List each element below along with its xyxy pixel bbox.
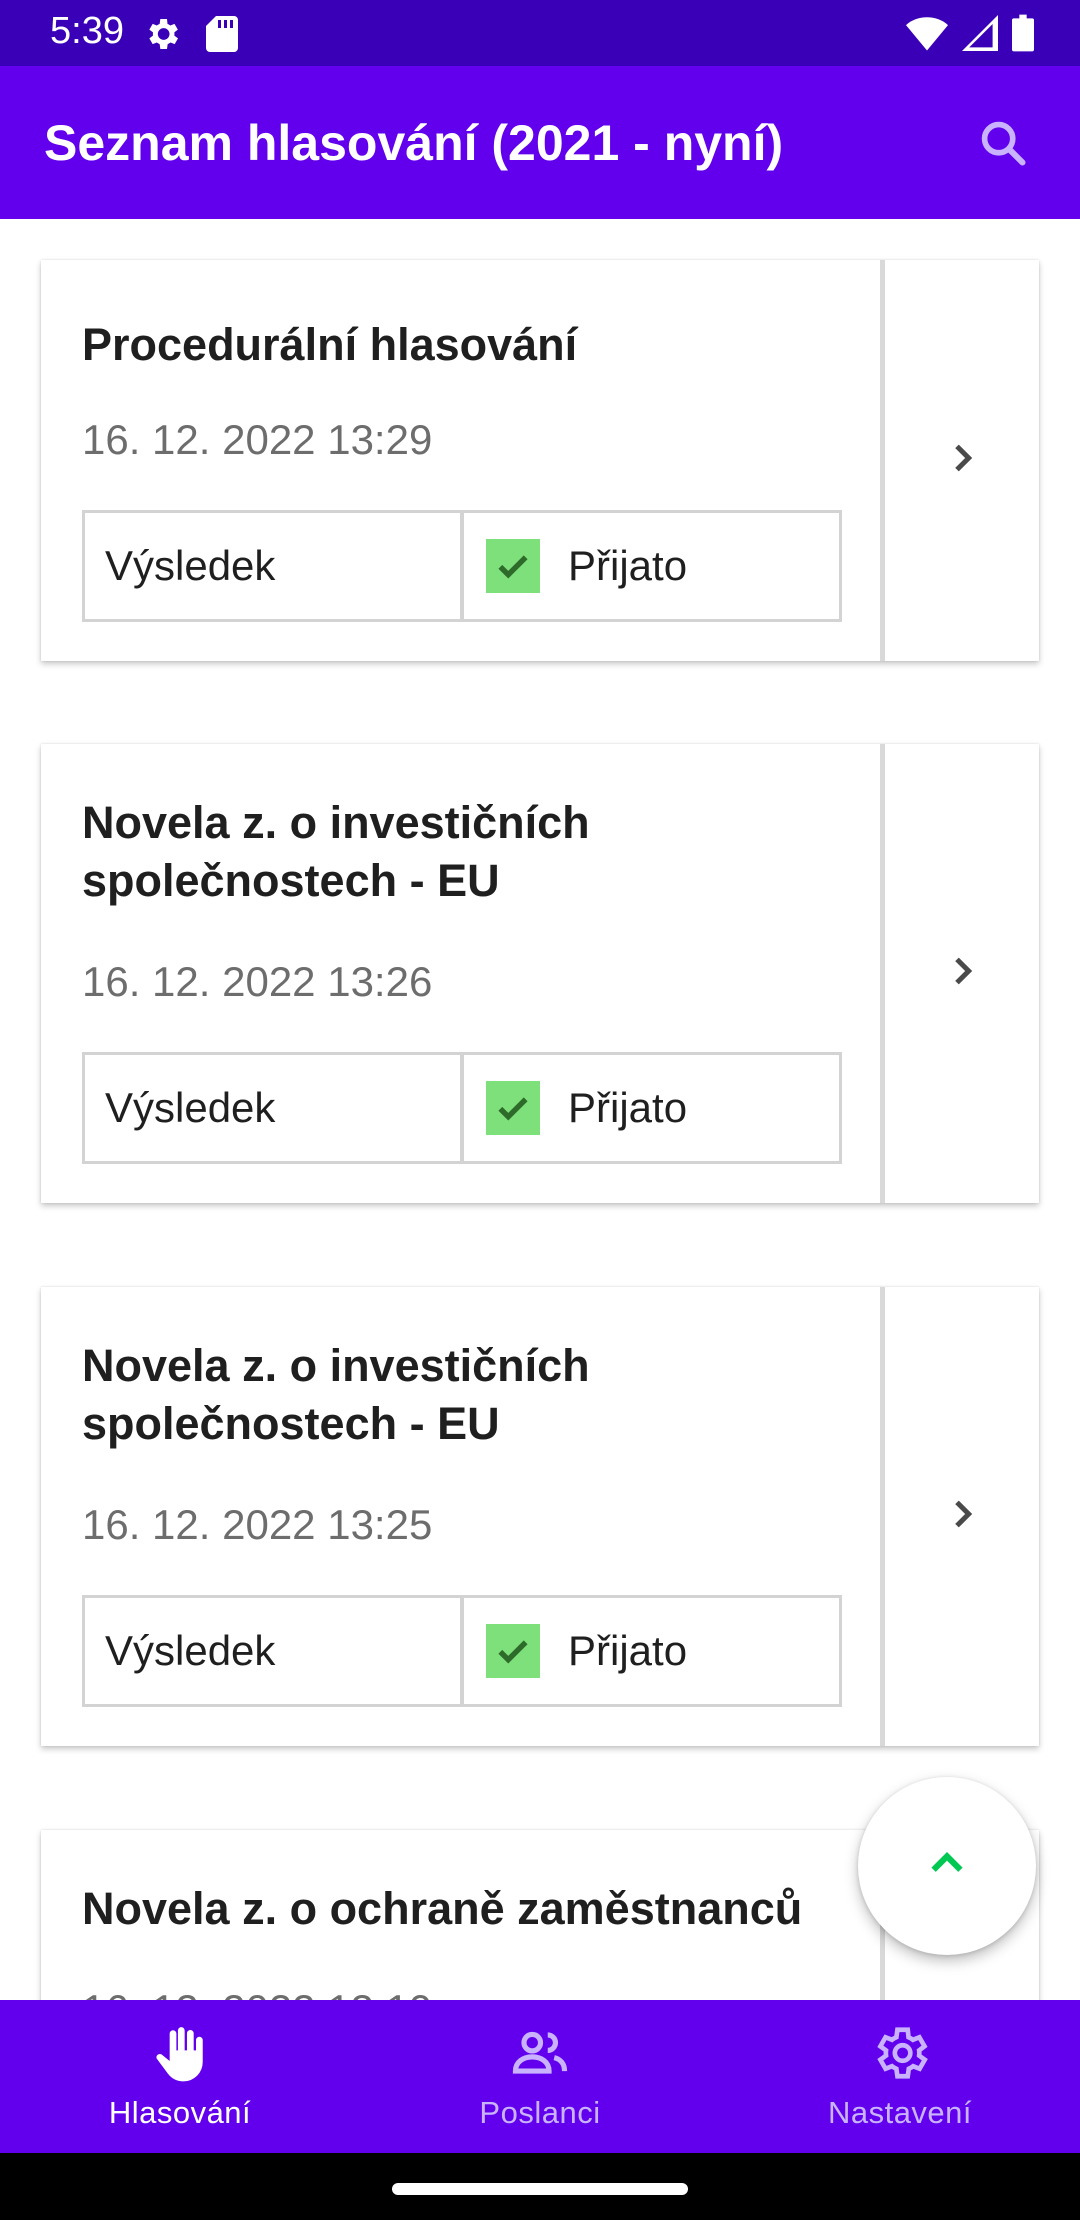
vote-date: 16. 12. 2022 13:26	[82, 958, 433, 1005]
people-icon	[509, 2022, 571, 2089]
result-value: Přijato	[462, 1052, 842, 1164]
search-icon	[977, 117, 1029, 174]
result-value-text: Přijato	[568, 1084, 688, 1131]
result-value-text: Přijato	[568, 542, 688, 589]
signal-icon	[962, 15, 998, 56]
battery-icon	[1012, 14, 1034, 57]
status-time: 5:39	[50, 10, 124, 52]
chevron-right-icon	[942, 1494, 982, 1539]
settings-gear-icon	[142, 14, 182, 59]
result-value: Přijato	[462, 1595, 842, 1707]
vote-card[interactable]: Novela z. o investičních společnostech -…	[41, 744, 1039, 1203]
vote-card[interactable]: Procedurální hlasování 16. 12. 2022 13:2…	[41, 260, 1039, 661]
chevron-right-icon	[942, 438, 982, 483]
vote-list[interactable]: Procedurální hlasování 16. 12. 2022 13:2…	[0, 219, 1080, 2000]
check-icon	[486, 539, 540, 593]
chevron-up-icon	[924, 1841, 970, 1892]
vote-title: Novela z. o ochraně zaměstnanců	[82, 1883, 803, 1934]
vote-title: Procedurální hlasování	[82, 319, 578, 370]
result-box: Výsledek Přijato	[82, 1595, 842, 1707]
result-box: Výsledek Přijato	[82, 510, 842, 622]
scroll-to-top-button[interactable]	[858, 1777, 1036, 1955]
nav-label: Poslanci	[479, 2095, 601, 2130]
chevron-right-icon	[942, 951, 982, 996]
wifi-icon	[906, 15, 948, 56]
check-icon	[486, 1081, 540, 1135]
nav-label: Hlasování	[108, 2095, 252, 2130]
nav-label: Nastavení	[827, 2095, 973, 2130]
result-label: Výsledek	[82, 1052, 462, 1164]
open-detail-button[interactable]	[885, 260, 1039, 661]
status-bar: 5:39	[0, 0, 1080, 66]
sd-card-icon	[206, 16, 238, 57]
vote-date: 16. 12. 2022 13:19	[82, 1986, 432, 2000]
vote-date: 16. 12. 2022 13:25	[82, 1501, 433, 1548]
hand-icon	[149, 2022, 211, 2089]
nav-item-hlasovani[interactable]: Hlasování	[0, 2000, 360, 2153]
check-icon	[486, 1624, 540, 1678]
gesture-bar	[0, 2153, 1080, 2220]
vote-date: 16. 12. 2022 13:29	[82, 416, 433, 463]
open-detail-button[interactable]	[885, 1287, 1039, 1746]
result-label: Výsledek	[82, 510, 462, 622]
vote-title: Novela z. o investičních společnostech -…	[82, 797, 590, 906]
search-button[interactable]	[970, 112, 1036, 178]
page-title: Seznam hlasování (2021 - nyní)	[44, 115, 784, 171]
open-detail-button[interactable]	[885, 744, 1039, 1203]
result-box: Výsledek Přijato	[82, 1052, 842, 1164]
nav-item-poslanci[interactable]: Poslanci	[360, 2000, 720, 2153]
nav-item-nastaveni[interactable]: Nastavení	[720, 2000, 1080, 2153]
bottom-nav: Hlasování Poslanci Nastavení	[0, 2000, 1080, 2153]
vote-title: Novela z. o investičních společnostech -…	[82, 1340, 590, 1449]
result-label: Výsledek	[82, 1595, 462, 1707]
home-gesture-handle[interactable]	[392, 2183, 688, 2195]
vote-card[interactable]: Novela z. o investičních společnostech -…	[41, 1287, 1039, 1746]
gear-icon	[869, 2022, 931, 2089]
result-value-text: Přijato	[568, 1627, 688, 1674]
result-value: Přijato	[462, 510, 842, 622]
app-bar: Seznam hlasování (2021 - nyní)	[0, 66, 1080, 219]
